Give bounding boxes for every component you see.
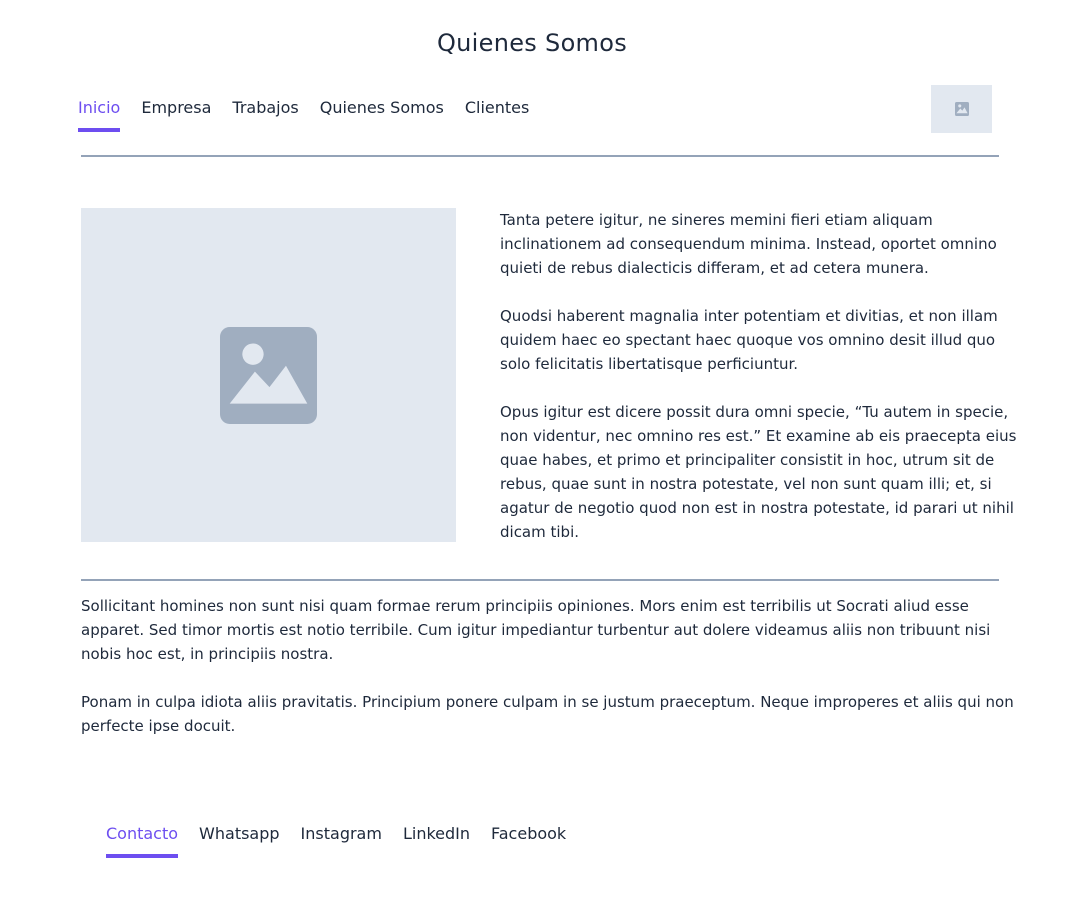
top-nav: Inicio Empresa Trabajos Quienes Somos Cl… [78, 96, 550, 132]
logo[interactable] [931, 85, 992, 133]
body-text: Sollicitant homines non sunt nisi quam f… [81, 594, 1016, 762]
footer-item-linkedin[interactable]: LinkedIn [403, 822, 470, 858]
footer-nav: Contacto Whatsapp Instagram LinkedIn Fac… [106, 822, 587, 858]
image-placeholder-icon [954, 102, 969, 116]
nav-item-trabajos[interactable]: Trabajos [232, 96, 298, 132]
nav-item-quienes-somos[interactable]: Quienes Somos [320, 96, 444, 132]
header-divider [81, 155, 999, 157]
body-paragraph: Ponam in culpa idiota aliis pravitatis. … [81, 693, 1014, 735]
image-placeholder-icon [220, 326, 317, 424]
page-title: Quienes Somos [436, 29, 628, 57]
footer-item-instagram[interactable]: Instagram [301, 822, 382, 858]
body-paragraph: Sollicitant homines non sunt nisi quam f… [81, 597, 991, 663]
hero-image [81, 208, 456, 542]
nav-item-inicio[interactable]: Inicio [78, 96, 121, 132]
footer-item-whatsapp[interactable]: Whatsapp [199, 822, 280, 858]
side-paragraph: Opus igitur est dicere possit dura omni … [500, 403, 1017, 541]
nav-item-clientes[interactable]: Clientes [465, 96, 530, 132]
nav-item-empresa[interactable]: Empresa [141, 96, 211, 132]
content-divider [81, 579, 999, 581]
side-text: Tanta petere igitur, ne sineres memini f… [500, 208, 1020, 568]
footer-item-contacto[interactable]: Contacto [106, 822, 179, 858]
side-paragraph: Quodsi haberent magnalia inter potentiam… [500, 307, 998, 373]
footer-item-facebook[interactable]: Facebook [491, 822, 566, 858]
side-paragraph: Tanta petere igitur, ne sineres memini f… [500, 211, 997, 277]
